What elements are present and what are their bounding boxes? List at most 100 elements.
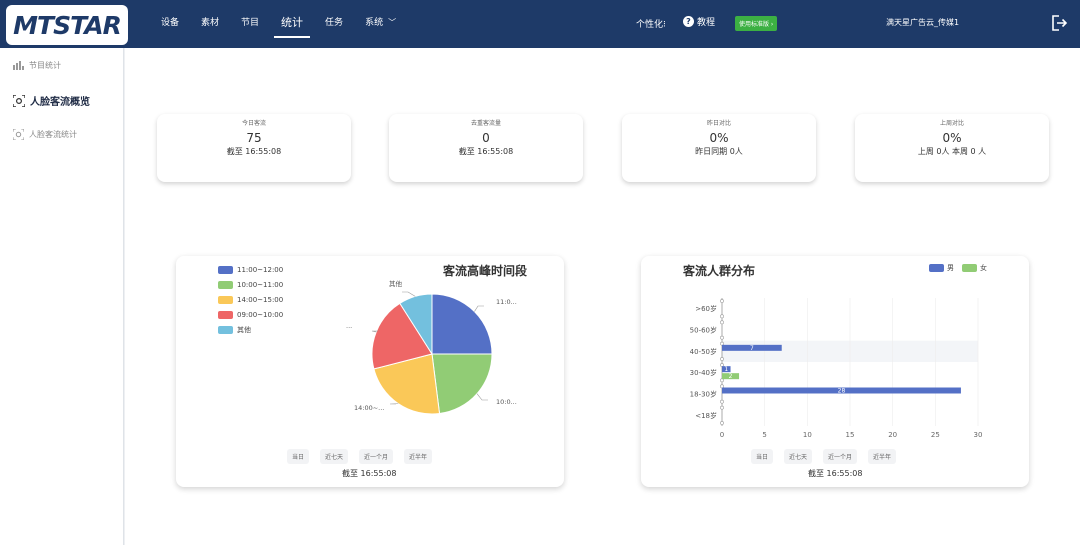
axis-tick-marker [720,363,724,367]
y-tick-label: 50-60岁 [690,326,717,335]
sidebar-item-face-stats[interactable]: 人脸客流统计 [13,129,77,140]
stat-value: 0 [482,131,490,145]
pie-slice [431,353,493,415]
as-of-time: 截至 16:55:08 [342,469,397,478]
range-1month-button[interactable]: 近一个月 [359,449,394,464]
stat-label: 上周对比 [939,120,964,127]
stat-value: 0% [709,131,729,145]
nav-programs[interactable]: 节目 [230,0,270,48]
legend-label: 14:00~15:00 [237,295,284,304]
range-buttons: 当日 近七天 近一个月 近半年 [751,449,907,464]
stat-sub: 截至 16:55:08 [226,147,282,156]
x-tick-label: 20 [888,431,897,439]
range-buttons: 当日 近七天 近一个月 近半年 [287,449,443,464]
range-today-button[interactable]: 当日 [751,449,774,464]
company-name[interactable]: 满天星广告云_传媒1 [886,17,959,28]
pie-legend: 11:00~12:00 10:00~11:00 14:00~15:00 09:0… [218,262,283,337]
legend-item[interactable]: 女 [962,263,987,273]
bar-chart: 0 5 10 15 20 25 30 <18岁 18-30岁 30-40岁 40-50岁 50-60岁… [690,298,982,439]
sidebar: 节目统计 人脸客流概览 人脸客流统计 [0,48,124,545]
top-nav-bar: MTSTAR 设备 素材 节目 统计 任务 系统 ﹀ 个性化⁝ ? 教程 使用标准版… [0,0,1080,48]
as-of-time: 截至 16:55:08 [808,469,863,478]
logout-icon[interactable] [1050,13,1068,33]
legend-label: 男 [947,264,954,272]
y-tick-label: <18岁 [695,411,717,420]
axis-tick-marker [720,335,724,340]
y-tick-label: 40-50岁 [690,347,717,356]
legend-label: 11:00~12:00 [237,265,284,274]
legend-label: 女 [980,264,987,272]
nav-statistics[interactable]: 统计 [270,0,314,48]
stat-label: 去重客流量 [470,120,501,127]
peak-time-card: 客流高峰时间段 11:00~12:00 10:00~11:00 14:00~15… [176,256,564,487]
legend-swatch [929,264,944,272]
range-1month-button[interactable]: 近一个月 [823,449,858,464]
pie-chart: 11:0... 10:0... 14:00~...... 其他 [346,279,517,415]
pie-slice-label: 14:00~... [354,404,384,412]
face-scan-icon [13,94,25,107]
x-tick-label: 0 [720,431,724,439]
nav-devices[interactable]: 设备 [150,0,190,48]
legend-item[interactable]: 11:00~12:00 [218,262,283,277]
card-title: 客流人群分布 [683,264,756,278]
audience-distribution-card: 客流人群分布 男 女 0 5 10 15 20 25 30 <18岁 18-30岁 30-40岁 4… [641,256,1029,487]
main-nav: 设备 素材 节目 统计 任务 系统 ﹀ [150,0,407,48]
range-7days-button[interactable]: 近七天 [784,449,813,464]
nav-system[interactable]: 系统 ﹀ [354,0,407,48]
axis-tick-marker [720,341,724,346]
nav-system-label: 系统 [365,18,384,28]
legend-item[interactable]: 09:00~10:00 [218,307,283,322]
app-logo[interactable]: MTSTAR [6,5,128,45]
bar-data-label: 7 [750,345,754,352]
help-link[interactable]: ? 教程 [683,15,715,28]
legend-swatch [218,280,233,289]
sidebar-item-label: 人脸客流统计 [29,130,77,139]
bar-data-label: 28 [838,388,846,395]
axis-tick-marker [720,421,724,425]
bar-legend: 男 女 [929,263,987,273]
pie-slice-label: 其他 [389,279,403,288]
axis-tick-marker [720,384,724,389]
stat-label: 今日客流 [241,120,266,127]
bar-chart-icon [13,61,24,70]
legend-swatch [218,325,233,334]
edition-badge[interactable]: 使用标准版 › [735,16,778,31]
nav-materials[interactable]: 素材 [190,0,230,48]
stat-value: 0% [942,131,962,145]
personalize-menu[interactable]: 个性化⁝ [636,17,666,30]
chevron-down-icon: ﹀ [388,18,397,27]
stat-card-yesterday: 昨日对比 0% 昨日同期 0人 [622,114,816,182]
sidebar-item-label: 节目统计 [29,61,61,70]
range-7days-button[interactable]: 近七天 [320,449,349,464]
legend-label: 09:00~10:00 [237,310,284,319]
pie-slice [431,293,493,355]
sidebar-item-face-overview[interactable]: 人脸客流概览 [13,93,90,108]
legend-swatch [218,265,233,274]
legend-item[interactable]: 14:00~15:00 [218,292,283,307]
sidebar-item-label: 人脸客流概览 [30,97,90,108]
stat-label: 昨日对比 [706,120,731,127]
legend-item[interactable]: 男 [929,263,954,273]
help-label: 教程 [697,18,716,28]
axis-tick-marker [720,405,724,410]
legend-item[interactable]: 10:00~11:00 [218,277,283,292]
legend-item[interactable]: 其他 [218,322,283,337]
bar-data-label: 2 [729,373,733,380]
x-tick-label: 25 [931,431,940,439]
legend-swatch [218,310,233,319]
nav-tasks[interactable]: 任务 [314,0,354,48]
pie-slice-label: ... [346,322,352,330]
stat-card-lastweek: 上周对比 0% 上周 0人 本周 0 人 [855,114,1049,182]
range-today-button[interactable]: 当日 [287,449,310,464]
range-halfyear-button[interactable]: 近半年 [404,449,433,464]
axis-tick-marker [720,378,724,383]
sidebar-item-program-stats[interactable]: 节目统计 [13,60,61,71]
x-tick-label: 15 [846,431,855,439]
bar-data-label: 1 [724,366,728,373]
pie-slice-label: 11:0... [496,298,517,306]
pie-slice-label: 10:0... [496,398,517,406]
pie-leader-line [402,291,416,297]
range-halfyear-button[interactable]: 近半年 [868,449,897,464]
legend-label: 其他 [237,325,251,334]
legend-swatch [218,295,233,304]
